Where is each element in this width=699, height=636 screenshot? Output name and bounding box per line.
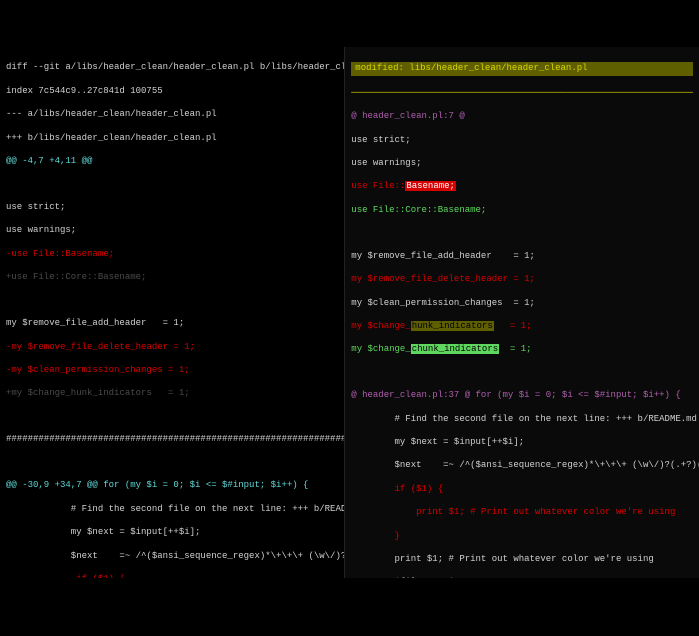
context-line: use strict;: [6, 202, 338, 214]
context-line: $next =~ /^($ansi_sequence_regex)*\+\+\+…: [351, 460, 693, 472]
context-line: my $next = $input[++$i];: [6, 527, 338, 539]
context-line: use warnings;: [6, 225, 338, 237]
context-line: use strict;: [351, 135, 693, 147]
removed-line: my $remove_file_delete_header = 1;: [351, 274, 693, 286]
hunk-header: @@ -30,9 +34,7 @@ for (my $i = 0; $i <= …: [6, 480, 338, 492]
context-line: # Find the second file on the next line:…: [351, 414, 693, 426]
added-line: use File::Core::Basename;: [351, 205, 693, 217]
removed-line: my $change_hunk_indicators = 1;: [351, 321, 693, 333]
context-line: print $1; # Print out whatever color we'…: [351, 554, 693, 566]
diff-header: diff --git a/libs/header_clean/header_cl…: [6, 62, 338, 74]
removed-line: - if ($1) {: [6, 574, 338, 578]
removed-line: print $1; # Print out whatever color we'…: [351, 507, 693, 519]
fancy-diff-pane: modified: libs/header_clean/header_clean…: [345, 47, 699, 578]
removed-line: if ($1) {: [351, 484, 693, 496]
added-dim-line: +my $change_hunk_indicators = 1;: [6, 388, 338, 400]
raw-diff-pane: diff --git a/libs/header_clean/header_cl…: [0, 47, 345, 578]
hunk-header: @@ -4,7 +4,11 @@: [6, 156, 338, 168]
hunk-header: @ header_clean.pl:7 @: [351, 111, 693, 123]
old-file: --- a/libs/header_clean/header_clean.pl: [6, 109, 338, 121]
blank-line: [351, 368, 693, 379]
context-line: $next =~ /^($ansi_sequence_regex)*\+\+\+…: [6, 551, 338, 563]
context-line: my $remove_file_add_header = 1;: [6, 318, 338, 330]
context-line: use warnings;: [351, 158, 693, 170]
file-header-modified: modified: libs/header_clean/header_clean…: [351, 62, 693, 76]
removed-line: -my $clean_permission_changes = 1;: [6, 365, 338, 377]
context-line: my $clean_permission_changes = 1;: [351, 298, 693, 310]
context-line: my $remove_file_add_header = 1;: [351, 251, 693, 263]
ruler: ────────────────────────────────────────…: [351, 88, 693, 100]
hunk-header: @ header_clean.pl:37 @ for (my $i = 0; $…: [351, 390, 693, 402]
added-dim-line: +use File::Core::Basename;: [6, 272, 338, 284]
context-line: # Find the second file on the next line:…: [6, 504, 338, 516]
blank-line: [351, 228, 693, 239]
removed-line: use File::Basename;: [351, 181, 693, 193]
removed-line: -my $remove_file_delete_header = 1;: [6, 342, 338, 354]
ruler-line: ########################################…: [6, 434, 338, 446]
blank-line: [6, 412, 338, 423]
context-line: my $next = $input[++$i];: [351, 437, 693, 449]
diff-comparison: diff --git a/libs/header_clean/header_cl…: [0, 47, 699, 578]
new-file: +++ b/libs/header_clean/header_clean.pl: [6, 133, 338, 145]
blank-line: [6, 179, 338, 190]
blank-line: [6, 296, 338, 307]
added-line: my $change_chunk_indicators = 1;: [351, 344, 693, 356]
blank-line: [6, 458, 338, 469]
removed-line: }: [351, 531, 693, 543]
removed-line: -use File::Basename;: [6, 249, 338, 261]
index-line: index 7c544c9..27c841d 100755: [6, 86, 338, 98]
